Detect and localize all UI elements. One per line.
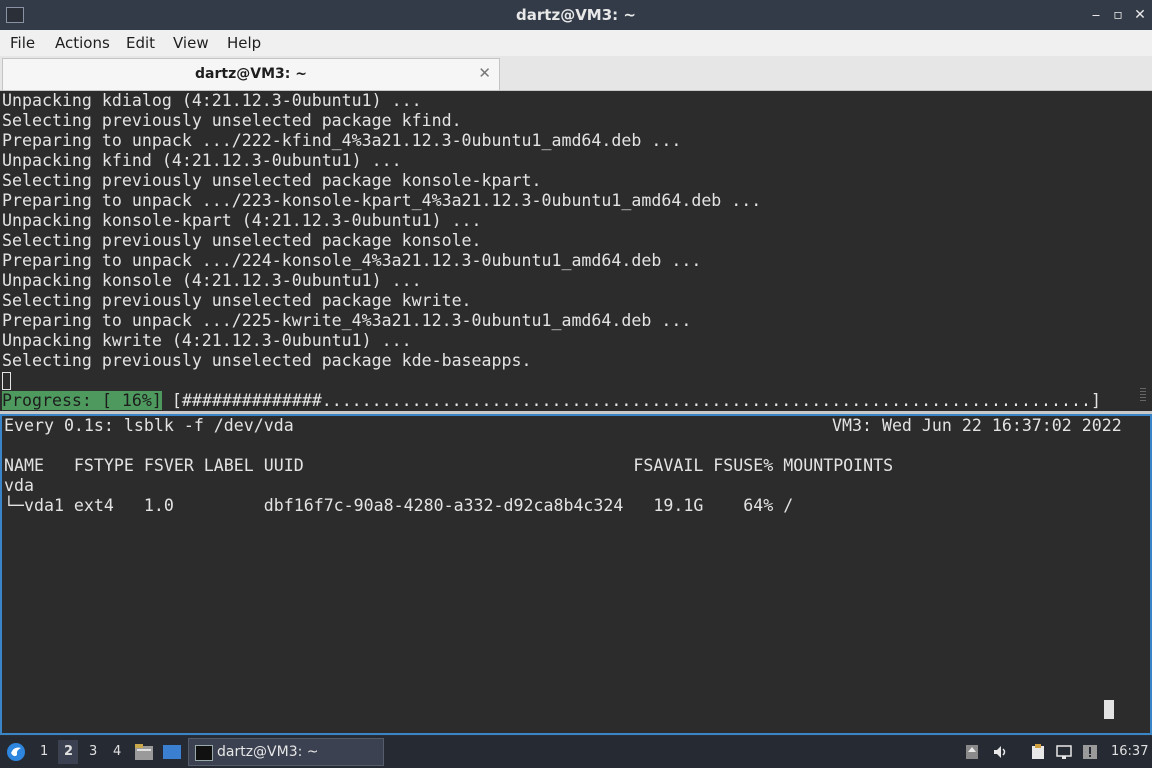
tab-bar: dartz@VM3: ~ ✕ [0,56,1152,91]
menu-edit[interactable]: Edit [126,34,155,52]
tab-terminal[interactable]: dartz@VM3: ~ ✕ [2,58,500,90]
progress-label: Progress: [ 16%] [2,391,162,410]
terminal-line: Selecting previously unselected package … [2,171,542,190]
workspace-4[interactable]: 4 [113,744,121,759]
watch-status: VM3: Wed Jun 22 16:37:02 2022 [832,416,1122,435]
terminal-pane-top[interactable]: Unpacking kdialog (4:21.12.3-0ubuntu1) .… [0,91,1152,411]
progress-bar: [##############.........................… [171,391,1101,410]
clipboard-icon[interactable] [1030,744,1046,760]
terminal-line: Selecting previously unselected package … [2,291,472,310]
menu-view[interactable]: View [173,34,209,52]
terminal-line: Unpacking konsole-kpart (4:21.12.3-0ubun… [2,211,482,230]
network-icon[interactable] [1056,744,1072,760]
terminal-line: Preparing to unpack .../223-konsole-kpar… [2,191,762,210]
terminal-line: Preparing to unpack .../222-kfind_4%3a21… [2,131,682,150]
workspace-3[interactable]: 3 [89,744,97,759]
terminal-line: Unpacking kwrite (4:21.12.3-0ubuntu1) ..… [2,331,412,350]
progress-line: Progress: [ 16%] [##############........… [2,391,1101,411]
taskbar: 1 2 3 4 dartz@VM3: ~ 16:37 [0,736,1152,768]
volume-icon[interactable] [992,744,1008,760]
table-row: └─vda1 ext4 1.0 dbf16f7c-90a8-4280-a332-… [4,496,794,515]
workspace-2[interactable]: 2 [64,744,73,759]
menu-help[interactable]: Help [227,34,261,52]
terminal-line: Selecting previously unselected package … [2,231,482,250]
window-titlebar[interactable]: dartz@VM3: ~ ⎯ ▫ ✕ [0,0,1152,30]
terminal-line: Unpacking kdialog (4:21.12.3-0ubuntu1) .… [2,91,422,110]
terminal-line: Preparing to unpack .../224-konsole_4%3a… [2,251,702,270]
taskbar-task-label: dartz@VM3: ~ [217,744,319,760]
tab-label: dartz@VM3: ~ [195,66,307,82]
window-title: dartz@VM3: ~ [516,6,636,24]
lsblk-header: NAME FSTYPE FSVER LABEL UUID FSAVAIL FSU… [4,456,894,475]
terminal-line: Unpacking konsole (4:21.12.3-0ubuntu1) .… [2,271,422,290]
clock[interactable]: 16:37 [1111,744,1148,759]
start-menu-icon[interactable] [6,742,26,762]
update-icon[interactable] [964,744,980,760]
terminal-line: Selecting previously unselected package … [2,111,462,130]
terminal-cursor [2,372,11,390]
show-desktop-icon[interactable] [162,744,182,760]
terminal-line: Preparing to unpack .../225-kwrite_4%3a2… [2,311,692,330]
terminal-line: Unpacking kfind (4:21.12.3-0ubuntu1) ... [2,151,402,170]
taskbar-terminal-button[interactable]: dartz@VM3: ~ [188,738,384,766]
terminal-pane-bottom[interactable]: Every 0.1s: lsblk -f /dev/vda VM3: Wed J… [0,414,1152,735]
table-row: vda [4,476,34,495]
maximize-button[interactable]: ▫ [1108,5,1128,25]
minimize-button[interactable]: ⎯ [1086,5,1106,25]
file-manager-icon[interactable] [134,743,154,761]
terminal-line: Selecting previously unselected package … [2,351,532,370]
menubar: File Actions Edit View Help [0,30,1152,56]
menu-actions[interactable]: Actions [55,34,110,52]
terminal-cursor-block [1104,700,1114,719]
notification-icon[interactable] [1082,744,1098,760]
terminal-icon [195,745,213,761]
workspace-1[interactable]: 1 [40,744,48,759]
tab-close-icon[interactable]: ✕ [478,64,491,82]
watch-header: Every 0.1s: lsblk -f /dev/vda [4,416,294,435]
close-button[interactable]: ✕ [1130,5,1150,25]
pane-resize-grip[interactable] [1140,388,1146,402]
menu-file[interactable]: File [10,34,35,52]
